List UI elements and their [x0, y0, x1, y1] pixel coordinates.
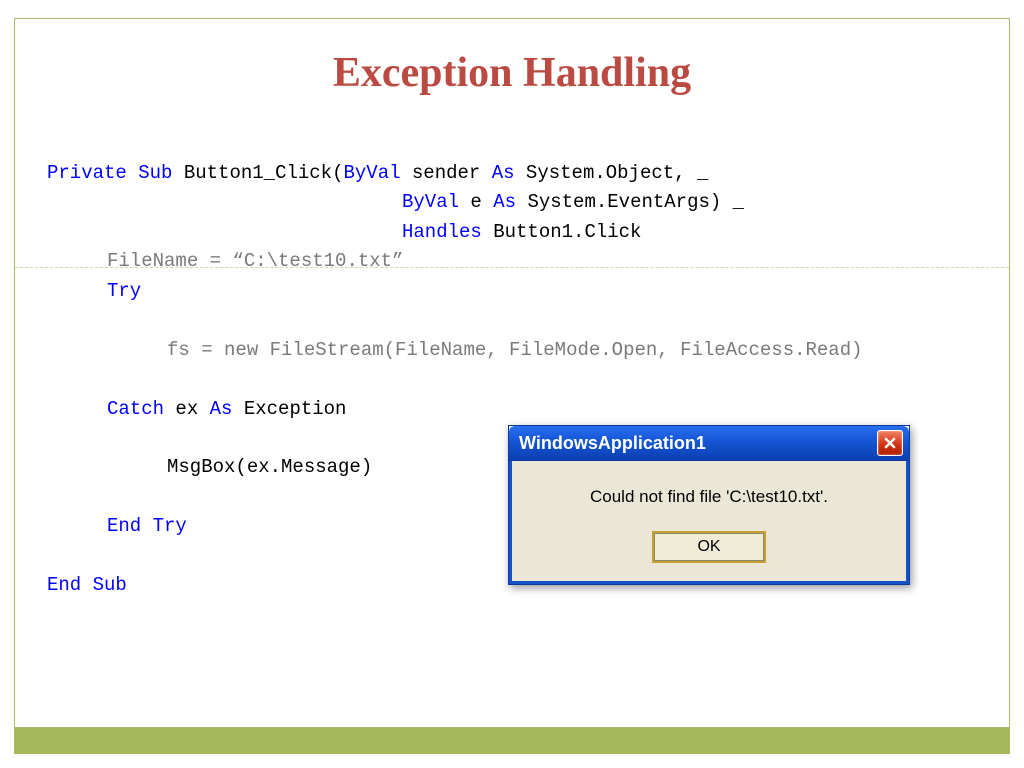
dialog-message: Could not find file 'C:\test10.txt'. [530, 487, 888, 507]
message-box-dialog: WindowsApplication1 Could not find file … [508, 425, 910, 585]
code-line-4: FileName = “C:\test10.txt” [47, 247, 977, 276]
code-line-1: Private Sub Button1_Click(ByVal sender A… [47, 159, 977, 188]
code-blank-1 [47, 306, 977, 335]
footer-bar [14, 728, 1010, 754]
code-line-5: Try [47, 277, 977, 306]
dialog-body: Could not find file 'C:\test10.txt'. OK [509, 461, 909, 584]
close-button[interactable] [877, 430, 903, 456]
slide-frame: Exception Handling Private Sub Button1_C… [14, 18, 1010, 728]
code-line-3: Handles Button1.Click [47, 218, 977, 247]
slide-title: Exception Handling [15, 49, 1009, 97]
code-line-6: fs = new FileStream(FileName, FileMode.O… [47, 336, 977, 365]
code-line-7: Catch ex As Exception [47, 395, 977, 424]
close-icon [884, 437, 896, 449]
dialog-title: WindowsApplication1 [519, 433, 706, 454]
dialog-titlebar[interactable]: WindowsApplication1 [509, 426, 909, 461]
code-blank-2 [47, 365, 977, 394]
ok-button[interactable]: OK [654, 533, 764, 561]
code-line-2: ByVal e As System.EventArgs) _ [47, 188, 977, 217]
